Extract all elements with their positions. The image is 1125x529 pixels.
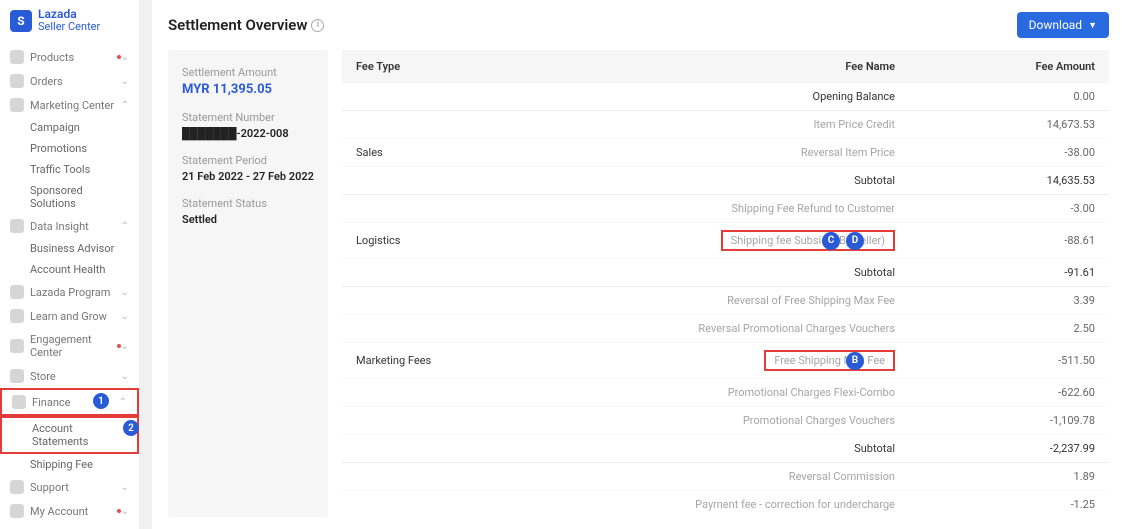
table-header: Fee Type Fee Name Fee Amount xyxy=(342,50,1109,83)
annotation-2: 2 xyxy=(123,420,139,436)
nav-learn-grow[interactable]: Learn and Grow ⌄ xyxy=(0,304,139,328)
summary-card: Settlement Amount MYR 11,395.05 Statemen… xyxy=(168,50,328,517)
settlement-amount-value: MYR 11,395.05 xyxy=(182,82,314,97)
support-icon xyxy=(10,480,24,494)
chevron-down-icon: ⌄ xyxy=(121,287,129,298)
statement-status-label: Statement Status xyxy=(182,197,314,210)
account-icon xyxy=(10,504,24,518)
chevron-up-icon: ⌃ xyxy=(119,397,127,408)
annotation-b: B xyxy=(846,352,864,370)
nav-finance[interactable]: Finance 1 ⌃ xyxy=(0,388,139,416)
table-row: Promotional Charges Flexi-Combo -622.60 xyxy=(342,379,1109,407)
table-row: Promotional Charges Vouchers -1,109.78 xyxy=(342,407,1109,435)
table-row: Opening Balance 0.00 xyxy=(342,83,1109,111)
store-icon xyxy=(10,369,24,383)
statement-number-value: ███████-2022-008 xyxy=(182,127,314,140)
table-row: Reversal Promotional Charges Vouchers 2.… xyxy=(342,315,1109,343)
learn-icon xyxy=(10,309,24,323)
table-row: Sales Reversal Item Price -38.00 xyxy=(342,139,1109,167)
chevron-up-icon: ⌃ xyxy=(121,221,129,232)
chevron-down-icon: ⌄ xyxy=(121,52,129,63)
nav-marketing[interactable]: Marketing Center ⌃ xyxy=(0,93,139,117)
info-icon[interactable]: i xyxy=(311,19,324,32)
chevron-down-icon: ⌄ xyxy=(121,482,129,493)
statement-number-label: Statement Number xyxy=(182,111,314,124)
table-row: Logistics Shipping fee Subsidy (By Selle… xyxy=(342,223,1109,259)
col-fee-name: Fee Name xyxy=(496,60,935,73)
nav-sponsored[interactable]: Sponsored Solutions xyxy=(0,180,139,214)
nav-store[interactable]: Store ⌄ xyxy=(0,364,139,388)
logo-icon: S xyxy=(10,10,32,32)
table-row: Subtotal -91.61 xyxy=(342,259,1109,287)
table-row: Shipping Fee Refund to Customer -3.00 xyxy=(342,195,1109,223)
nav-shipping-fee[interactable]: Shipping Fee xyxy=(0,454,139,475)
main-content: Settlement Overview i Download ▼ Settlem… xyxy=(152,0,1125,529)
finance-icon xyxy=(12,395,26,409)
nav-traffic-tools[interactable]: Traffic Tools xyxy=(0,159,139,180)
chevron-down-icon: ⌄ xyxy=(121,341,129,352)
nav-my-account[interactable]: My Account ⌄ xyxy=(0,499,139,523)
settlement-amount-label: Settlement Amount xyxy=(182,66,314,79)
marketing-icon xyxy=(10,98,24,112)
nav-business-advisor[interactable]: Business Advisor xyxy=(0,238,139,259)
col-fee-type: Fee Type xyxy=(356,60,496,73)
annotation-d: D xyxy=(846,232,864,250)
chevron-down-icon: ▼ xyxy=(1088,20,1097,31)
highlighted-fee: Free Shipping Max Fee xyxy=(764,350,895,371)
table-row: Subtotal -2,237.99 xyxy=(342,435,1109,463)
highlighted-fee: Shipping fee Subsidy (By Seller) xyxy=(721,230,895,251)
sidebar: S Lazada Seller Center Products ⌄ Orders… xyxy=(0,0,140,529)
chevron-down-icon: ⌄ xyxy=(121,311,129,322)
page-title: Settlement Overview xyxy=(168,16,307,34)
statement-period-value: 21 Feb 2022 - 27 Feb 2022 xyxy=(182,170,314,183)
divider xyxy=(140,0,152,529)
program-icon xyxy=(10,285,24,299)
chevron-down-icon: ⌄ xyxy=(121,76,129,87)
download-button[interactable]: Download ▼ xyxy=(1017,12,1109,38)
engagement-icon xyxy=(10,339,24,353)
orders-icon xyxy=(10,74,24,88)
page-header: Settlement Overview i Download ▼ xyxy=(168,12,1109,38)
nav-orders[interactable]: Orders ⌄ xyxy=(0,69,139,93)
nav-data-insight[interactable]: Data Insight ⌃ xyxy=(0,214,139,238)
nav-lazada-program[interactable]: Lazada Program ⌄ xyxy=(0,280,139,304)
nav-support[interactable]: Support ⌄ xyxy=(0,475,139,499)
logo-sub: Seller Center xyxy=(38,21,100,33)
products-icon xyxy=(10,50,24,64)
nav-products[interactable]: Products ⌄ xyxy=(0,45,139,69)
fee-table: Fee Type Fee Name Fee Amount Opening Bal… xyxy=(342,50,1109,517)
nav-account-statements[interactable]: Account Statements 2 xyxy=(0,416,139,454)
col-fee-amount: Fee Amount xyxy=(935,60,1095,73)
table-row: Item Price Credit 14,673.53 xyxy=(342,111,1109,139)
table-row: Subtotal 14,635.53 xyxy=(342,167,1109,195)
table-row: Reversal of Free Shipping Max Fee 3.39 xyxy=(342,287,1109,315)
table-row: Marketing Fees Free Shipping Max Fee B -… xyxy=(342,343,1109,379)
nav-account-health[interactable]: Account Health xyxy=(0,259,139,280)
table-row: Reversal Commission 1.89 xyxy=(342,463,1109,491)
statement-period-label: Statement Period xyxy=(182,154,314,167)
chevron-down-icon: ⌄ xyxy=(121,371,129,382)
chevron-down-icon: ⌄ xyxy=(121,506,129,517)
data-icon xyxy=(10,219,24,233)
statement-status-value: Settled xyxy=(182,213,314,226)
nav-promotions[interactable]: Promotions xyxy=(0,138,139,159)
annotation-c: C xyxy=(822,232,840,250)
nav-engagement[interactable]: Engagement Center ⌄ xyxy=(0,328,139,364)
nav-campaign[interactable]: Campaign xyxy=(0,117,139,138)
table-row: Payment fee - correction for undercharge… xyxy=(342,491,1109,517)
logo[interactable]: S Lazada Seller Center xyxy=(0,0,139,45)
chevron-up-icon: ⌃ xyxy=(121,100,129,111)
